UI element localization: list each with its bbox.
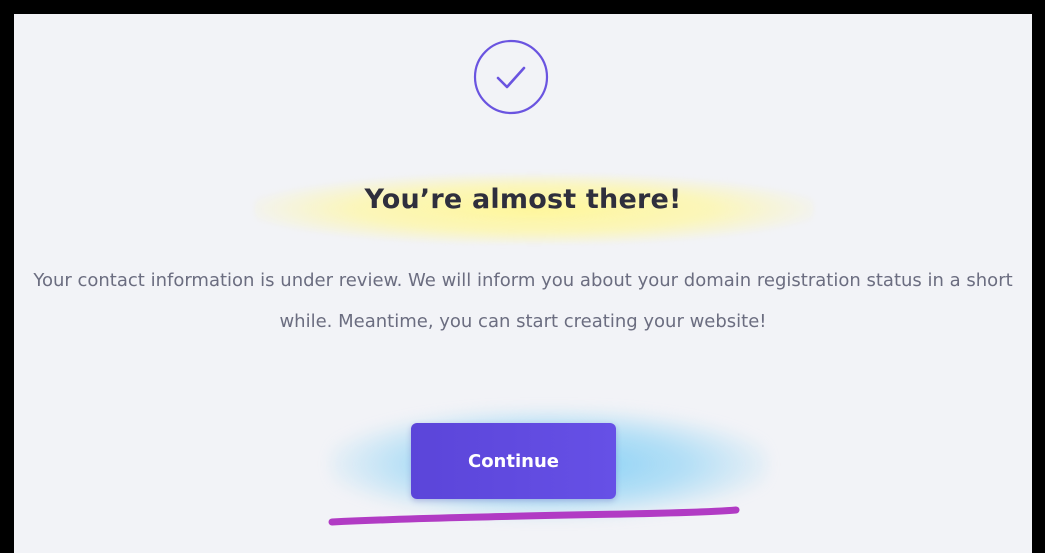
status-message: Your contact information is under review… (33, 270, 1013, 332)
confirmation-panel: You’re almost there! Your contact inform… (14, 14, 1032, 553)
underline-annotation (328, 506, 740, 526)
continue-button[interactable]: Continue (411, 423, 616, 499)
checkmark-circle-icon (473, 39, 549, 115)
page-title: You’re almost there! (364, 184, 682, 215)
screenshot-frame: You’re almost there! Your contact inform… (0, 0, 1045, 553)
